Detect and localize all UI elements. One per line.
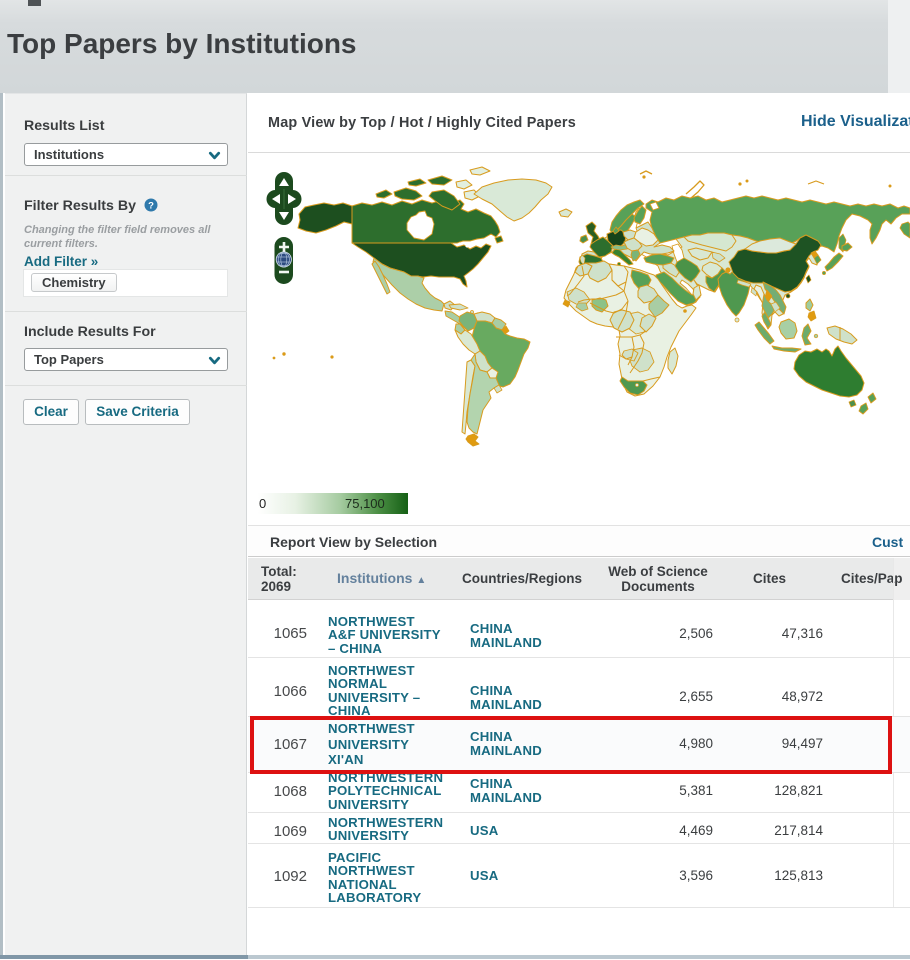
svg-text:?: ?: [148, 200, 154, 211]
